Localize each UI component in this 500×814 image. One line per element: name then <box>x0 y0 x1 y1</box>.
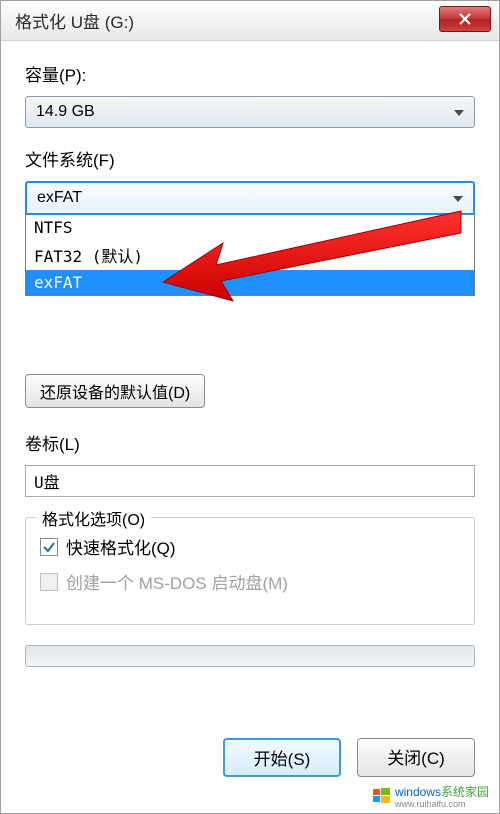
watermark-brand-cn: 系统家园 <box>441 785 489 799</box>
filesystem-dropdown[interactable]: exFAT <box>25 181 475 215</box>
volume-label-input[interactable] <box>25 465 475 497</box>
msdos-boot-row: 创建一个 MS-DOS 启动盘(M) <box>40 569 460 594</box>
capacity-label: 容量(P): <box>25 61 475 86</box>
format-progress-bar <box>25 645 475 667</box>
volume-label-label: 卷标(L) <box>25 430 475 455</box>
capacity-dropdown[interactable]: 14.9 GB <box>25 96 475 128</box>
restore-defaults-button[interactable]: 还原设备的默认值(D) <box>25 374 205 408</box>
close-button[interactable]: 关闭(C) <box>357 738 475 777</box>
msdos-boot-label: 创建一个 MS-DOS 启动盘(M) <box>66 569 288 594</box>
quick-format-label: 快速格式化(Q) <box>66 534 176 559</box>
filesystem-options-list: NTFS FAT32 (默认) exFAT <box>25 215 475 296</box>
quick-format-row[interactable]: 快速格式化(Q) <box>40 534 460 559</box>
format-options-group: 格式化选项(O) 快速格式化(Q) 创建一个 MS-DOS 启动盘(M) <box>25 517 475 625</box>
format-options-legend: 格式化选项(O) <box>36 506 151 530</box>
msdos-boot-checkbox <box>40 573 58 591</box>
filesystem-option-fat32[interactable]: FAT32 (默认) <box>26 240 474 270</box>
windows-logo-icon <box>373 787 391 805</box>
chevron-down-icon <box>454 103 464 121</box>
dialog-content: 容量(P): 14.9 GB 文件系统(F) exFAT NTFS FAT32 … <box>1 41 499 687</box>
checkmark-icon <box>42 540 56 554</box>
watermark-text: windows系统家园 www.ruihaifu.com <box>395 783 489 809</box>
window-close-button[interactable] <box>439 6 491 32</box>
dialog-buttons: 开始(S) 关闭(C) <box>223 738 475 777</box>
format-dialog: 格式化 U盘 (G:) 容量(P): 14.9 GB 文件系统(F) exFAT… <box>0 0 500 814</box>
capacity-value: 14.9 GB <box>36 103 95 121</box>
quick-format-checkbox[interactable] <box>40 538 58 556</box>
window-title: 格式化 U盘 (G:) <box>15 8 439 33</box>
watermark: windows系统家园 www.ruihaifu.com <box>373 783 489 809</box>
filesystem-selected: exFAT <box>37 189 82 207</box>
filesystem-option-exfat[interactable]: exFAT <box>26 270 474 295</box>
chevron-down-icon <box>453 189 463 207</box>
close-icon <box>458 12 472 26</box>
filesystem-option-ntfs[interactable]: NTFS <box>26 215 474 240</box>
filesystem-label: 文件系统(F) <box>25 146 475 171</box>
titlebar: 格式化 U盘 (G:) <box>1 1 499 41</box>
watermark-brand-en: windows <box>395 785 441 799</box>
spacer <box>25 314 475 374</box>
watermark-url: www.ruihaifu.com <box>395 800 489 809</box>
start-button[interactable]: 开始(S) <box>223 738 341 777</box>
